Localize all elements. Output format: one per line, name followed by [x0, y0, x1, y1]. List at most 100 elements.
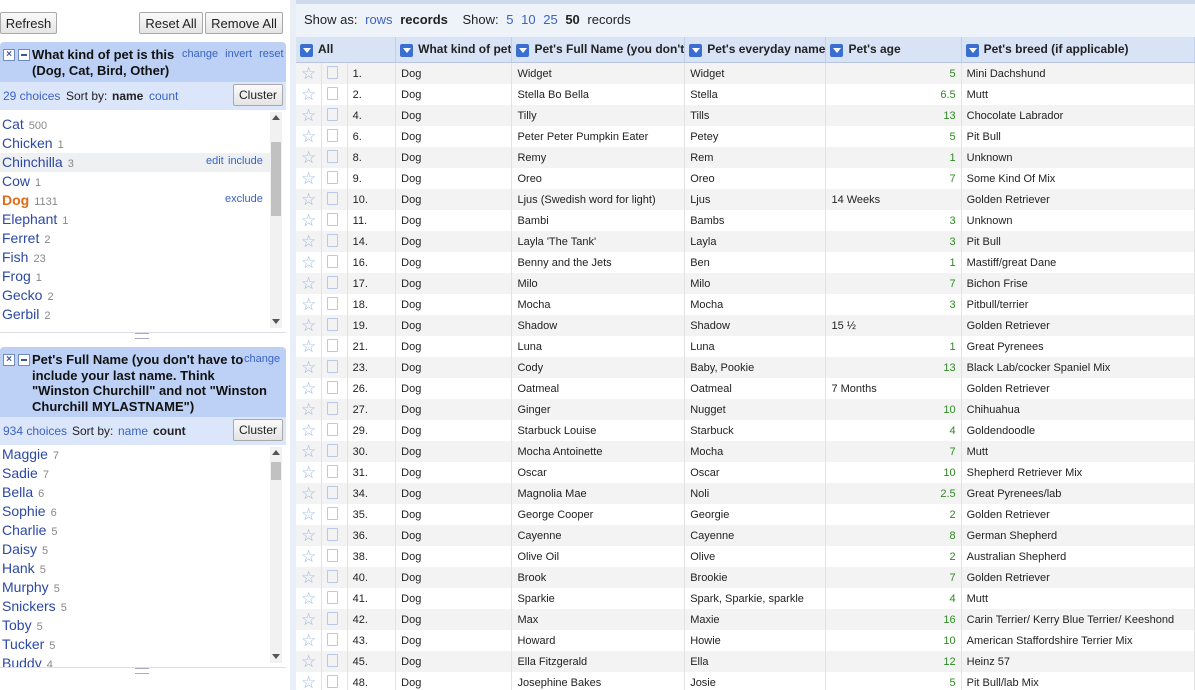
flag-icon[interactable] [327, 506, 339, 520]
cell-pet-age[interactable]: 5 [825, 672, 962, 690]
flag-cell[interactable] [321, 84, 348, 105]
table-row[interactable]: ☆ 10. Dog Ljus (Swedish word for light) Ljus… [296, 189, 1195, 210]
flag-cell[interactable] [321, 273, 348, 294]
column-header[interactable]: Pet's everyday name [684, 37, 827, 63]
cell-pet-age[interactable]: 3 [825, 210, 962, 231]
star-icon[interactable]: ☆ [301, 85, 316, 104]
cell-breed[interactable]: Chihuahua [961, 399, 1195, 420]
page-size-10[interactable]: 10 [521, 12, 535, 27]
table-row[interactable]: ☆ 30. Dog Mocha Antoinette Mocha 7 Mutt [296, 441, 1195, 462]
choice-item[interactable]: Frog 1 [2, 267, 42, 288]
cell-pet-kind[interactable]: Dog [395, 315, 513, 336]
flag-icon[interactable] [327, 380, 339, 394]
flag-cell[interactable] [321, 210, 348, 231]
exclude-choice-link[interactable]: exclude [225, 193, 263, 205]
cell-breed[interactable]: Bichon Frise [961, 273, 1195, 294]
minimize-facet-icon[interactable] [18, 49, 30, 61]
cell-pet-age[interactable]: 3 [825, 294, 962, 315]
star-cell[interactable]: ☆ [296, 630, 323, 651]
star-icon[interactable]: ☆ [301, 442, 316, 461]
cell-breed[interactable]: Mini Dachshund [961, 62, 1195, 84]
column-menu-icon[interactable] [689, 43, 703, 57]
cell-pet-age[interactable]: 6.5 [825, 84, 962, 105]
table-row[interactable]: ☆ 43. Dog Howard Howie 10 American Staffordshi… [296, 630, 1195, 651]
table-row[interactable]: ☆ 29. Dog Starbuck Louise Starbuck 4 Goldendoo… [296, 420, 1195, 441]
include-choice-link[interactable]: include [228, 155, 263, 167]
flag-icon[interactable] [327, 65, 339, 79]
flag-icon[interactable] [327, 632, 339, 646]
scroll-down-icon[interactable] [272, 654, 280, 659]
close-facet-icon[interactable]: × [3, 49, 15, 61]
cell-pet-kind[interactable]: Dog [395, 84, 513, 105]
flag-cell[interactable] [321, 567, 348, 588]
cell-pet-kind[interactable]: Dog [395, 609, 513, 630]
cell-everyday-name[interactable]: Ella [684, 651, 827, 672]
facet-scrollbar[interactable] [270, 112, 282, 328]
star-icon[interactable]: ☆ [301, 673, 316, 690]
choice-item[interactable]: Buddy 4 [2, 654, 53, 667]
cell-breed[interactable]: Shepherd Retriever Mix [961, 462, 1195, 483]
cell-everyday-name[interactable]: Mocha [684, 441, 827, 462]
cell-breed[interactable]: Mutt [961, 441, 1195, 462]
cell-breed[interactable]: Golden Retriever [961, 504, 1195, 525]
flag-cell[interactable] [321, 630, 348, 651]
cell-everyday-name[interactable]: Josie [684, 672, 827, 690]
star-icon[interactable]: ☆ [301, 316, 316, 335]
table-row[interactable]: ☆ 40. Dog Brook Brookie 7 Golden Retriever [296, 567, 1195, 588]
flag-icon[interactable] [327, 569, 339, 583]
flag-cell[interactable] [321, 252, 348, 273]
scroll-thumb[interactable] [271, 142, 281, 216]
cell-pet-age[interactable]: 13 [825, 357, 962, 378]
cell-full-name[interactable]: Max [511, 609, 686, 630]
cell-pet-age[interactable]: 2 [825, 504, 962, 525]
star-cell[interactable]: ☆ [296, 126, 323, 147]
star-cell[interactable]: ☆ [296, 357, 323, 378]
cell-full-name[interactable]: Luna [511, 336, 686, 357]
cell-everyday-name[interactable]: Maxie [684, 609, 827, 630]
cell-breed[interactable]: Golden Retriever [961, 189, 1195, 210]
cell-pet-kind[interactable]: Dog [395, 210, 513, 231]
star-icon[interactable]: ☆ [301, 232, 316, 251]
star-cell[interactable]: ☆ [296, 672, 323, 690]
star-icon[interactable]: ☆ [301, 589, 316, 608]
flag-icon[interactable] [327, 107, 339, 121]
choice-item[interactable]: Chinchilla 3 [2, 153, 74, 174]
column-menu-icon[interactable] [830, 43, 844, 57]
cell-everyday-name[interactable]: Bambs [684, 210, 827, 231]
flag-icon[interactable] [327, 464, 339, 478]
star-cell[interactable]: ☆ [296, 210, 323, 231]
cell-pet-kind[interactable]: Dog [395, 651, 513, 672]
cell-pet-age[interactable]: 7 Months [825, 378, 962, 399]
show-as-records[interactable]: records [400, 12, 448, 27]
star-icon[interactable]: ☆ [301, 484, 316, 503]
table-row[interactable]: ☆ 45. Dog Ella Fitzgerald Ella 12 Heinz 57 [296, 651, 1195, 672]
choice-item[interactable]: Cat 500 [2, 115, 47, 136]
table-row[interactable]: ☆ 41. Dog Sparkie Spark, Sparkie, sparkle 4 Mu… [296, 588, 1195, 609]
cell-full-name[interactable]: Mocha Antoinette [511, 441, 686, 462]
minimize-facet-icon[interactable] [18, 354, 30, 366]
cell-pet-age[interactable]: 10 [825, 630, 962, 651]
cell-breed[interactable]: Carin Terrier/ Kerry Blue Terrier/ Keesh… [961, 609, 1195, 630]
cell-breed[interactable]: Golden Retriever [961, 315, 1195, 336]
star-icon[interactable]: ☆ [301, 211, 316, 230]
star-icon[interactable]: ☆ [301, 127, 316, 146]
refresh-button[interactable]: Refresh [0, 12, 57, 34]
star-icon[interactable]: ☆ [301, 379, 316, 398]
cell-pet-age[interactable]: 16 [825, 609, 962, 630]
star-icon[interactable]: ☆ [301, 547, 316, 566]
scroll-up-icon[interactable] [272, 115, 280, 120]
star-cell[interactable]: ☆ [296, 231, 323, 252]
choice-item[interactable]: Tucker 5 [2, 635, 55, 656]
cell-breed[interactable]: Mutt [961, 588, 1195, 609]
cell-everyday-name[interactable]: Ljus [684, 189, 827, 210]
cell-breed[interactable]: Pit Bull/lab Mix [961, 672, 1195, 690]
cell-full-name[interactable]: Milo [511, 273, 686, 294]
flag-cell[interactable] [321, 168, 348, 189]
cell-pet-kind[interactable]: Dog [395, 168, 513, 189]
cell-pet-age[interactable]: 14 Weeks [825, 189, 962, 210]
star-cell[interactable]: ☆ [296, 62, 323, 84]
choice-item[interactable]: Cow 1 [2, 172, 41, 193]
flag-cell[interactable] [321, 357, 348, 378]
cell-full-name[interactable]: Ginger [511, 399, 686, 420]
column-header-all[interactable]: All [296, 37, 397, 63]
